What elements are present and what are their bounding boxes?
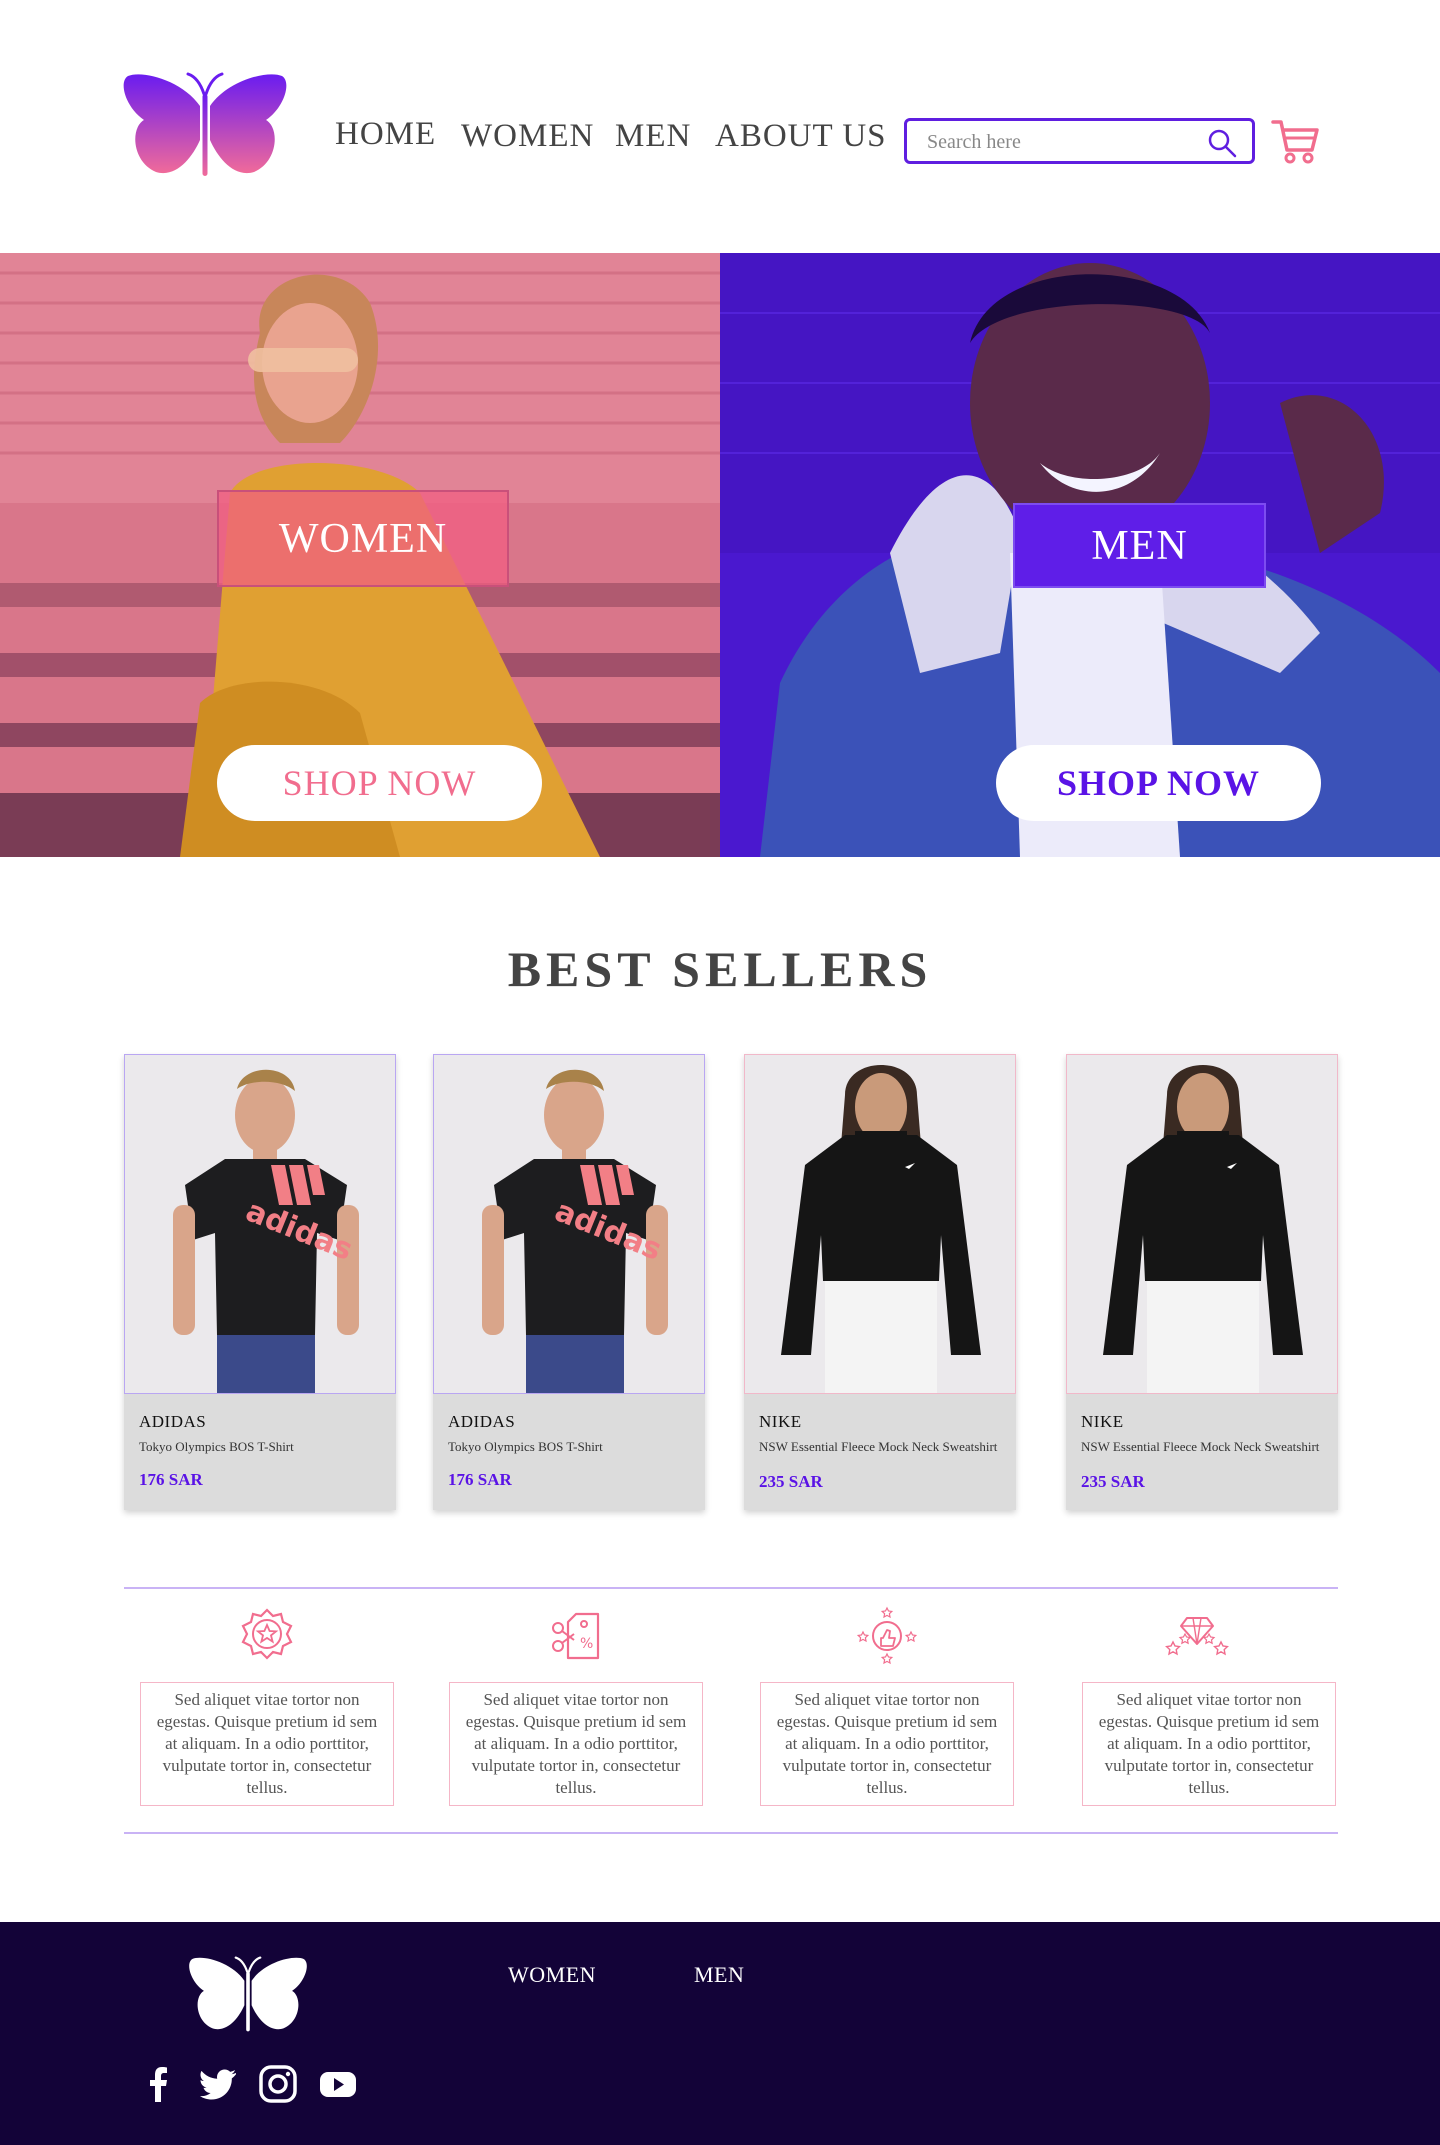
tshirt-model-photo: adidas: [125, 1055, 395, 1393]
shopping-cart-icon[interactable]: [1270, 116, 1320, 166]
site-header: HOME WOMEN MEN ABOUT US: [0, 0, 1440, 253]
hero-men-panel[interactable]: MEN SHOP NOW: [720, 253, 1440, 857]
hero-women-panel[interactable]: WOMEN SHOP NOW: [0, 253, 720, 857]
best-sellers-grid: adidas ADIDAS Tokyo Olympics BOS T-Shirt…: [124, 1054, 1338, 1514]
product-price: 235 SAR: [759, 1472, 823, 1491]
diamond-stars-icon: [1165, 1617, 1229, 1656]
search-icon[interactable]: [1206, 127, 1238, 159]
feature-text: Sed aliquet vitae tortor non egestas. Qu…: [1082, 1682, 1336, 1806]
feature-text: Sed aliquet vitae tortor non egestas. Qu…: [760, 1682, 1014, 1806]
product-image[interactable]: [744, 1054, 1016, 1394]
site-footer: WOMEN MEN: [0, 1922, 1440, 2145]
features-top-divider: [124, 1587, 1338, 1589]
best-sellers-title: BEST SELLERS: [507, 941, 933, 997]
feature-text: Sed aliquet vitae tortor non egestas. Qu…: [449, 1682, 703, 1806]
social-links: [138, 2064, 358, 2104]
feature-item: Sed aliquet vitae tortor non egestas. Qu…: [140, 1606, 394, 1806]
search-box: [904, 118, 1255, 164]
twitter-icon[interactable]: [198, 2064, 238, 2104]
product-image[interactable]: adidas: [124, 1054, 396, 1394]
product-name[interactable]: Tokyo Olympics BOS T-Shirt: [139, 1438, 384, 1455]
search-input[interactable]: [927, 129, 1197, 155]
thumbs-up-stars-icon: [857, 1606, 917, 1665]
feature-text: Sed aliquet vitae tortor non egestas. Qu…: [140, 1682, 394, 1806]
nav-men[interactable]: MEN: [615, 118, 691, 155]
product-card[interactable]: adidas ADIDAS Tokyo Olympics BOS T-Shirt…: [124, 1054, 396, 1510]
svg-text:%: %: [580, 1636, 593, 1652]
footer-link-women[interactable]: WOMEN: [508, 1962, 596, 1988]
butterfly-logo[interactable]: [122, 66, 288, 180]
product-card[interactable]: adidas ADIDAS Tokyo Olympics BOS T-Shirt…: [433, 1054, 705, 1510]
tshirt-model-photo: adidas: [434, 1055, 704, 1393]
feature-item: % Sed aliquet vitae tortor non egestas. …: [449, 1606, 703, 1806]
product-image[interactable]: adidas: [433, 1054, 705, 1394]
women-shop-now-button[interactable]: SHOP NOW: [217, 745, 542, 821]
product-price: 235 SAR: [1081, 1472, 1145, 1491]
feature-item: Sed aliquet vitae tortor non egestas. Qu…: [1082, 1606, 1336, 1806]
nav-home[interactable]: HOME: [335, 116, 436, 153]
features-bottom-divider: [124, 1832, 1338, 1834]
product-name[interactable]: NSW Essential Fleece Mock Neck Sweatshir…: [1081, 1438, 1326, 1455]
men-category-label[interactable]: MEN: [1013, 503, 1266, 588]
men-shop-now-button[interactable]: SHOP NOW: [996, 745, 1321, 821]
youtube-icon[interactable]: [318, 2064, 358, 2104]
instagram-icon[interactable]: [258, 2064, 298, 2104]
product-brand: ADIDAS: [139, 1412, 207, 1431]
feature-item: Sed aliquet vitae tortor non egestas. Qu…: [760, 1606, 1014, 1806]
product-price: 176 SAR: [139, 1470, 203, 1489]
sweatshirt-model-photo: [745, 1055, 1015, 1393]
product-brand: ADIDAS: [448, 1412, 516, 1431]
product-price: 176 SAR: [448, 1470, 512, 1489]
discount-tag-icon: %: [552, 1612, 600, 1660]
butterfly-logo[interactable]: [188, 1950, 308, 2036]
facebook-icon[interactable]: [138, 2064, 178, 2104]
footer-link-men[interactable]: MEN: [694, 1962, 744, 1988]
product-brand: NIKE: [759, 1412, 802, 1431]
product-card[interactable]: NIKE NSW Essential Fleece Mock Neck Swea…: [744, 1054, 1016, 1510]
women-category-label[interactable]: WOMEN: [217, 490, 509, 587]
product-name[interactable]: Tokyo Olympics BOS T-Shirt: [448, 1438, 693, 1455]
badge-star-icon: [241, 1608, 293, 1660]
product-card[interactable]: NIKE NSW Essential Fleece Mock Neck Swea…: [1066, 1054, 1338, 1510]
nav-women[interactable]: WOMEN: [461, 118, 594, 155]
product-brand: NIKE: [1081, 1412, 1124, 1431]
sweatshirt-model-photo: [1067, 1055, 1337, 1393]
product-name[interactable]: NSW Essential Fleece Mock Neck Sweatshir…: [759, 1438, 1004, 1455]
product-image[interactable]: [1066, 1054, 1338, 1394]
hero-banner: WOMEN SHOP NOW MEN SHOP NOW: [0, 253, 1440, 857]
nav-about-us[interactable]: ABOUT US: [715, 118, 887, 155]
